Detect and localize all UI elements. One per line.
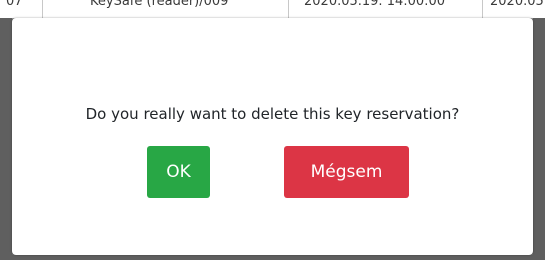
overlay-left bbox=[0, 18, 12, 260]
column-divider bbox=[482, 0, 483, 18]
overlay-right bbox=[533, 18, 545, 260]
background-cell-end-time: 2020.05 bbox=[490, 0, 544, 9]
background-cell-device: KeySafe (reader)/009 bbox=[90, 0, 229, 9]
background-cell-id: 07 bbox=[6, 0, 23, 9]
column-divider bbox=[288, 0, 289, 18]
cancel-button[interactable]: Mégsem bbox=[284, 146, 409, 198]
column-divider bbox=[42, 0, 43, 18]
background-cell-start-time: 2020.05.19. 14:00:00 bbox=[304, 0, 446, 9]
overlay-bottom bbox=[0, 255, 545, 260]
dialog-message: Do you really want to delete this key re… bbox=[85, 105, 460, 123]
confirm-delete-dialog: Do you really want to delete this key re… bbox=[12, 18, 533, 255]
ok-button[interactable]: OK bbox=[147, 146, 210, 198]
background-table-row: 07 KeySafe (reader)/009 2020.05.19. 14:0… bbox=[0, 0, 545, 19]
